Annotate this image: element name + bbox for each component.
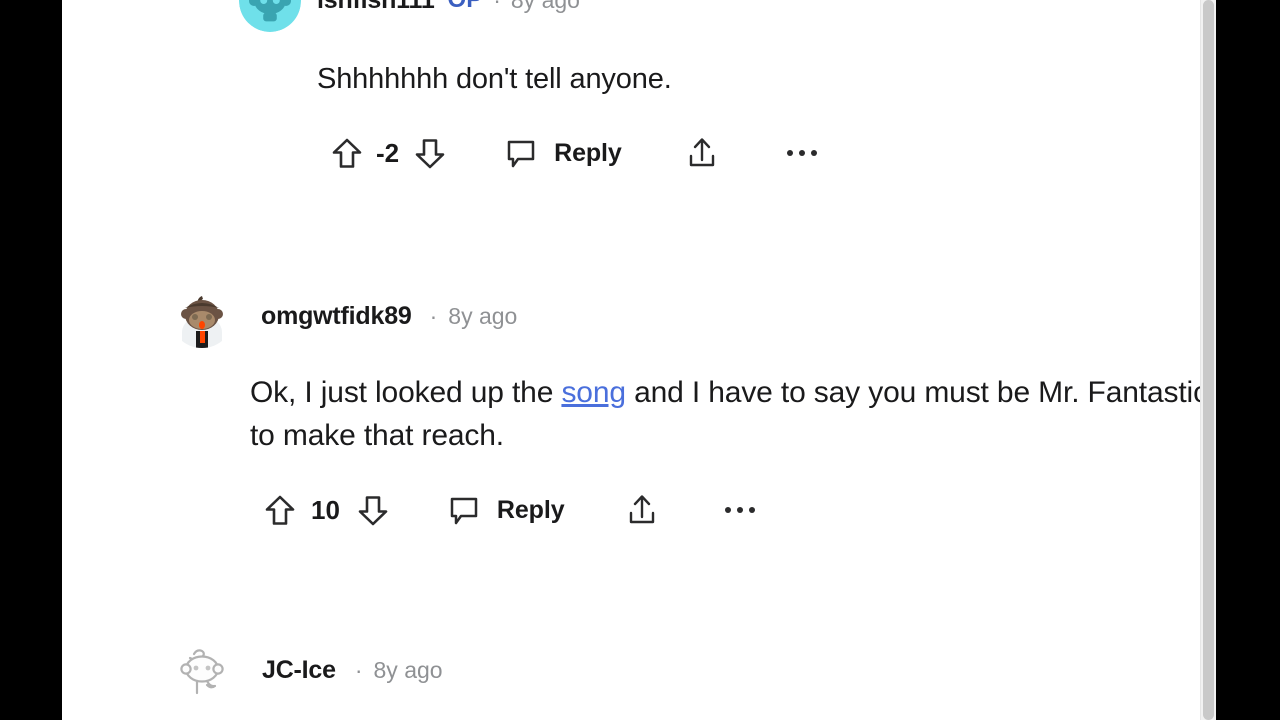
comment-body-text: Ok, I just looked up the (250, 376, 562, 409)
screenshot-stage: ishfish111 OP · 8y ago Shhhhhhh don't te… (0, 0, 1280, 720)
comment-author[interactable]: omgwtfidk89 (261, 302, 412, 331)
comment-bubble-icon (450, 497, 478, 525)
more-options-icon (786, 150, 793, 157)
comment-actions: 10 Reply (265, 487, 1200, 533)
reply-button[interactable]: Reply (448, 494, 565, 526)
letterbox-left-bar (0, 0, 62, 720)
more-options-icon (724, 507, 731, 514)
more-options-icon (736, 507, 743, 514)
comment-header: ishfish111 OP · 8y ago (239, 0, 1200, 32)
comment-timestamp: 8y ago (511, 0, 580, 14)
upvote-arrow-icon (332, 138, 362, 168)
comment-item: ishfish111 OP · 8y ago Shhhhhhh don't te… (62, 0, 1200, 176)
comment-bubble-icon (507, 140, 535, 168)
upvote-button[interactable] (332, 137, 372, 170)
avatar-jc-ice[interactable] (170, 638, 234, 702)
letterbox-right-bar (1216, 0, 1280, 720)
more-options-button[interactable] (724, 507, 755, 514)
more-options-icon (748, 507, 755, 514)
comment-author[interactable]: ishfish111 (317, 0, 435, 15)
avatar-ishfish111[interactable] (239, 0, 301, 32)
comment-actions: -2 Reply (332, 130, 1200, 176)
comment-timestamp: 8y ago (448, 302, 518, 329)
downvote-button[interactable] (358, 494, 398, 527)
more-options-icon (798, 150, 805, 157)
share-button[interactable] (687, 136, 717, 170)
comment-author[interactable]: JC-Ice (262, 656, 336, 685)
avatar-omgwtfidk89[interactable] (170, 284, 234, 348)
comment-body-link[interactable]: song (561, 376, 626, 409)
page-scrollbar-thumb[interactable] (1203, 0, 1214, 720)
downvote-button[interactable] (415, 137, 455, 170)
more-options-button[interactable] (786, 150, 817, 157)
vote-score: 10 (311, 494, 340, 525)
downvote-arrow-icon (415, 138, 445, 168)
share-icon (629, 495, 654, 524)
reddit-comment-thread-page: ishfish111 OP · 8y ago Shhhhhhh don't te… (62, 0, 1216, 720)
comment-header: omgwtfidk89 · 8y ago (170, 283, 1200, 349)
comment-body: Shhhhhhh don't tell anyone. (317, 63, 672, 95)
more-options-icon (810, 150, 817, 157)
share-icon (689, 138, 714, 167)
meta-separator: · (493, 0, 501, 14)
upvote-button[interactable] (265, 494, 305, 527)
comment-body: Ok, I just looked up the song and I have… (250, 372, 1216, 457)
reply-label: Reply (554, 138, 622, 167)
comment-timestamp: 8y ago (373, 656, 443, 683)
share-button[interactable] (627, 493, 657, 527)
op-badge: OP (448, 0, 483, 14)
comment-item: JC-Ice · 8y ago (62, 637, 1200, 703)
comment-list: ishfish111 OP · 8y ago Shhhhhhh don't te… (62, 0, 1208, 720)
upvote-arrow-icon (265, 495, 295, 525)
comment-item: omgwtfidk89 · 8y ago Ok, I just looked u… (62, 283, 1208, 533)
meta-separator: · (354, 656, 363, 683)
meta-separator: · (429, 302, 438, 329)
reply-button[interactable]: Reply (505, 137, 622, 169)
downvote-arrow-icon (358, 495, 388, 525)
page-scrollbar-track[interactable] (1200, 0, 1216, 720)
reply-label: Reply (496, 495, 565, 524)
vote-score: -2 (376, 137, 400, 168)
comment-header: JC-Ice · 8y ago (170, 637, 1200, 703)
